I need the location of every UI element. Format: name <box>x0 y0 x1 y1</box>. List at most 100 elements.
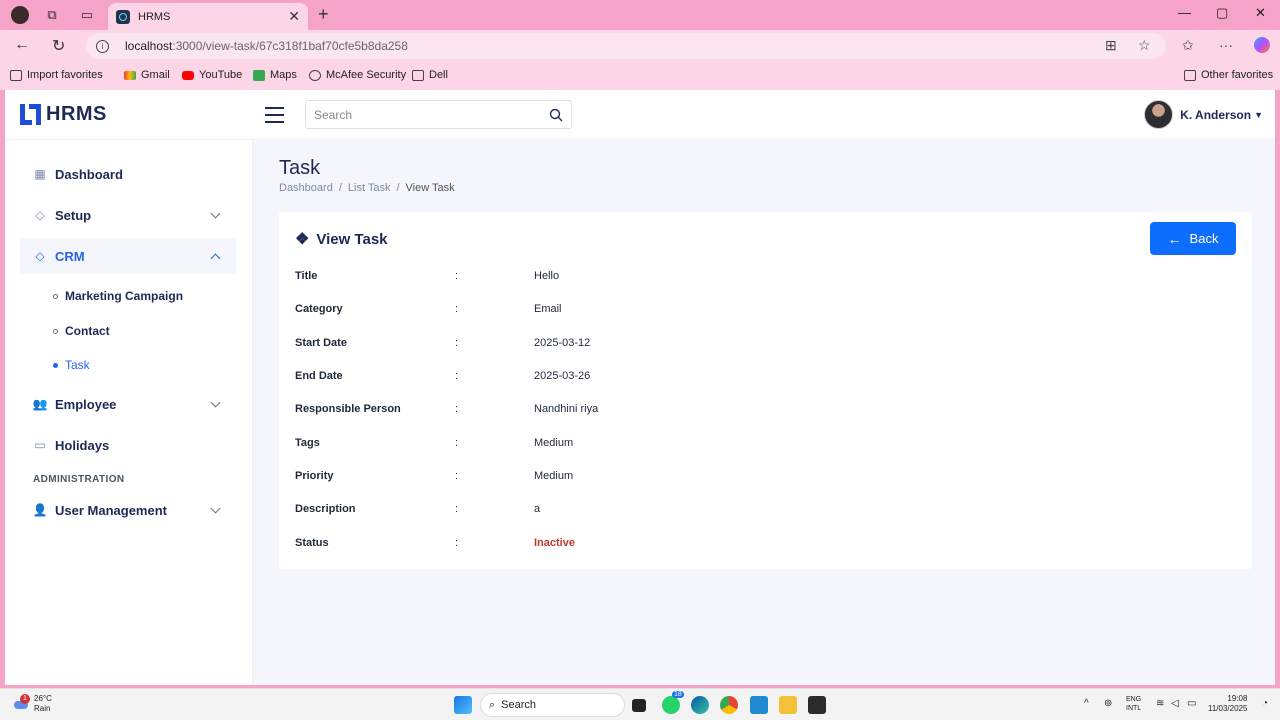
favorites-icon[interactable]: ✩ <box>1182 37 1194 54</box>
sidebar-item-holidays[interactable]: ▭ Holidays <box>20 427 236 463</box>
sidebar-item-dashboard[interactable]: ▦ Dashboard <box>20 156 236 192</box>
browser-tab-bar: ⧉ ▭ HRMS ✕ + — ▢ ✕ <box>0 0 1280 30</box>
system-clock[interactable]: 19:08 11/03/2025 <box>1208 694 1247 714</box>
card-title: ❖ View Task <box>295 229 388 249</box>
bookmark-import-favorites[interactable]: Import favorites <box>10 69 103 81</box>
bookmark-label: McAfee Security <box>326 69 407 81</box>
browser-tab-hrms[interactable]: HRMS ✕ <box>108 3 308 30</box>
circle-icon <box>53 293 58 299</box>
workspaces-icon[interactable]: ⧉ <box>42 5 62 25</box>
search-input[interactable] <box>314 107 549 122</box>
more-menu-icon[interactable]: ··· <box>1219 37 1233 53</box>
sidebar-item-label: Dashboard <box>55 166 123 182</box>
task-view-icon[interactable] <box>632 699 646 712</box>
bookmark-label: Import favorites <box>27 69 103 81</box>
logo-mark-icon <box>20 104 41 125</box>
bookmark-gmail[interactable]: Gmail <box>124 69 170 81</box>
whatsapp-icon[interactable]: 18 <box>662 691 684 714</box>
diamond-icon: ◇ <box>35 208 45 222</box>
lang-code: ENG <box>1126 696 1142 703</box>
detail-value: Medium <box>534 470 574 482</box>
url-host: localhost <box>125 39 173 53</box>
bookmark-dell[interactable]: Dell <box>412 69 448 81</box>
whatsapp-badge: 18 <box>672 691 684 698</box>
notification-bell-icon[interactable]: ◔ <box>1262 698 1268 709</box>
taskbar-search[interactable]: ⌕ Search <box>480 693 625 717</box>
circle-icon <box>53 328 58 334</box>
chrome-icon[interactable] <box>720 696 738 714</box>
battery-icon[interactable]: ▭ <box>1187 698 1196 709</box>
back-button[interactable]: ← Back <box>1150 222 1236 255</box>
copilot-icon[interactable] <box>1254 37 1270 53</box>
breadcrumb-dashboard[interactable]: Dashboard <box>279 182 333 194</box>
detail-colon: : <box>455 437 459 449</box>
user-icon: 👤 <box>32 503 48 517</box>
user-name: K. Anderson <box>1180 107 1252 122</box>
sidebar-subitem-contact[interactable]: Contact <box>53 321 110 341</box>
user-menu[interactable]: K. Anderson ▼ <box>1144 100 1263 129</box>
edge-icon[interactable] <box>691 696 709 714</box>
section-label-administration: ADMINISTRATION <box>33 474 125 485</box>
vscode-icon[interactable] <box>750 696 768 714</box>
detail-label: Status <box>295 537 329 549</box>
weather-widget[interactable]: 1 26°C Rain <box>12 694 52 714</box>
url-field[interactable]: i localhost:3000/view-task/67c318f1baf70… <box>86 33 1166 59</box>
sidebar-item-user-management[interactable]: 👤 User Management <box>20 492 236 528</box>
favorite-star-icon[interactable]: ☆ <box>1138 37 1151 54</box>
rain-cloud-icon: 1 <box>12 694 30 712</box>
detail-colon: : <box>455 337 459 349</box>
search-box <box>305 100 572 129</box>
sidebar-item-employee[interactable]: 👥 Employee <box>20 386 236 422</box>
site-info-icon[interactable]: i <box>96 39 109 53</box>
detail-label: Responsible Person <box>295 403 401 415</box>
app-header: HRMS K. Anderson ▼ <box>5 90 1275 140</box>
detail-label: Description <box>295 503 356 515</box>
app-available-icon[interactable]: ⊞ <box>1105 37 1117 54</box>
sidebar-subitem-marketing-campaign[interactable]: Marketing Campaign <box>53 286 183 306</box>
chevron-up-icon <box>210 253 221 263</box>
bookmark-mcafee[interactable]: McAfee Security <box>309 69 406 81</box>
profile-avatar-icon[interactable] <box>10 5 30 25</box>
grid-icon: ▦ <box>34 167 46 181</box>
search-icon[interactable] <box>549 108 563 122</box>
youtube-icon <box>182 70 194 80</box>
sidebar-subitem-task[interactable]: Task <box>53 355 90 375</box>
bookmark-maps[interactable]: Maps <box>253 69 297 81</box>
breadcrumb-separator: / <box>338 182 342 194</box>
detail-colon: : <box>455 403 459 415</box>
wifi-icon[interactable]: ≋ <box>1156 698 1164 709</box>
language-indicator[interactable]: ENG INTL <box>1126 695 1141 713</box>
sidebar-item-crm[interactable]: ◇ CRM <box>20 238 236 274</box>
sidebar-item-setup[interactable]: ◇ Setup <box>20 197 236 233</box>
breadcrumb-separator: / <box>396 182 400 194</box>
maximize-icon[interactable]: ▢ <box>1216 5 1228 21</box>
bookmark-other-favorites[interactable]: Other favorites <box>1184 69 1273 81</box>
detail-value: Medium <box>534 437 574 449</box>
tab-actions-icon[interactable]: ▭ <box>77 5 97 25</box>
bookmark-label: YouTube <box>199 69 243 81</box>
app-logo[interactable]: HRMS <box>20 103 107 126</box>
sidebar-subitem-label: Contact <box>65 324 110 338</box>
status-badge: Inactive <box>534 537 575 549</box>
back-arrow-icon[interactable]: ← <box>14 36 30 54</box>
network-device-icon[interactable]: ⊚ <box>1104 698 1112 709</box>
new-tab-icon[interactable]: + <box>318 4 329 25</box>
react-favicon-icon <box>116 9 130 24</box>
task-detail-card: ❖ View Task ← Back Title: Hello Category:… <box>279 212 1252 569</box>
chevron-up-icon[interactable]: ^ <box>1084 698 1089 709</box>
sidebar-item-label: User Management <box>55 502 167 518</box>
chevron-down-icon <box>210 397 221 407</box>
file-explorer-icon[interactable] <box>779 696 797 714</box>
gmail-icon <box>124 70 136 80</box>
close-window-icon[interactable]: ✕ <box>1255 5 1266 21</box>
bookmark-youtube[interactable]: YouTube <box>182 69 242 81</box>
windows-start-icon[interactable] <box>454 696 472 714</box>
minimize-icon[interactable]: — <box>1178 5 1191 20</box>
breadcrumb-list-task[interactable]: List Task <box>348 182 391 194</box>
menu-toggle-icon[interactable] <box>265 107 284 123</box>
refresh-icon[interactable]: ↻ <box>52 36 65 56</box>
terminal-icon[interactable] <box>808 696 826 714</box>
volume-icon[interactable]: ◁ <box>1171 698 1179 709</box>
detail-colon: : <box>455 537 459 549</box>
close-tab-icon[interactable]: ✕ <box>288 8 300 25</box>
